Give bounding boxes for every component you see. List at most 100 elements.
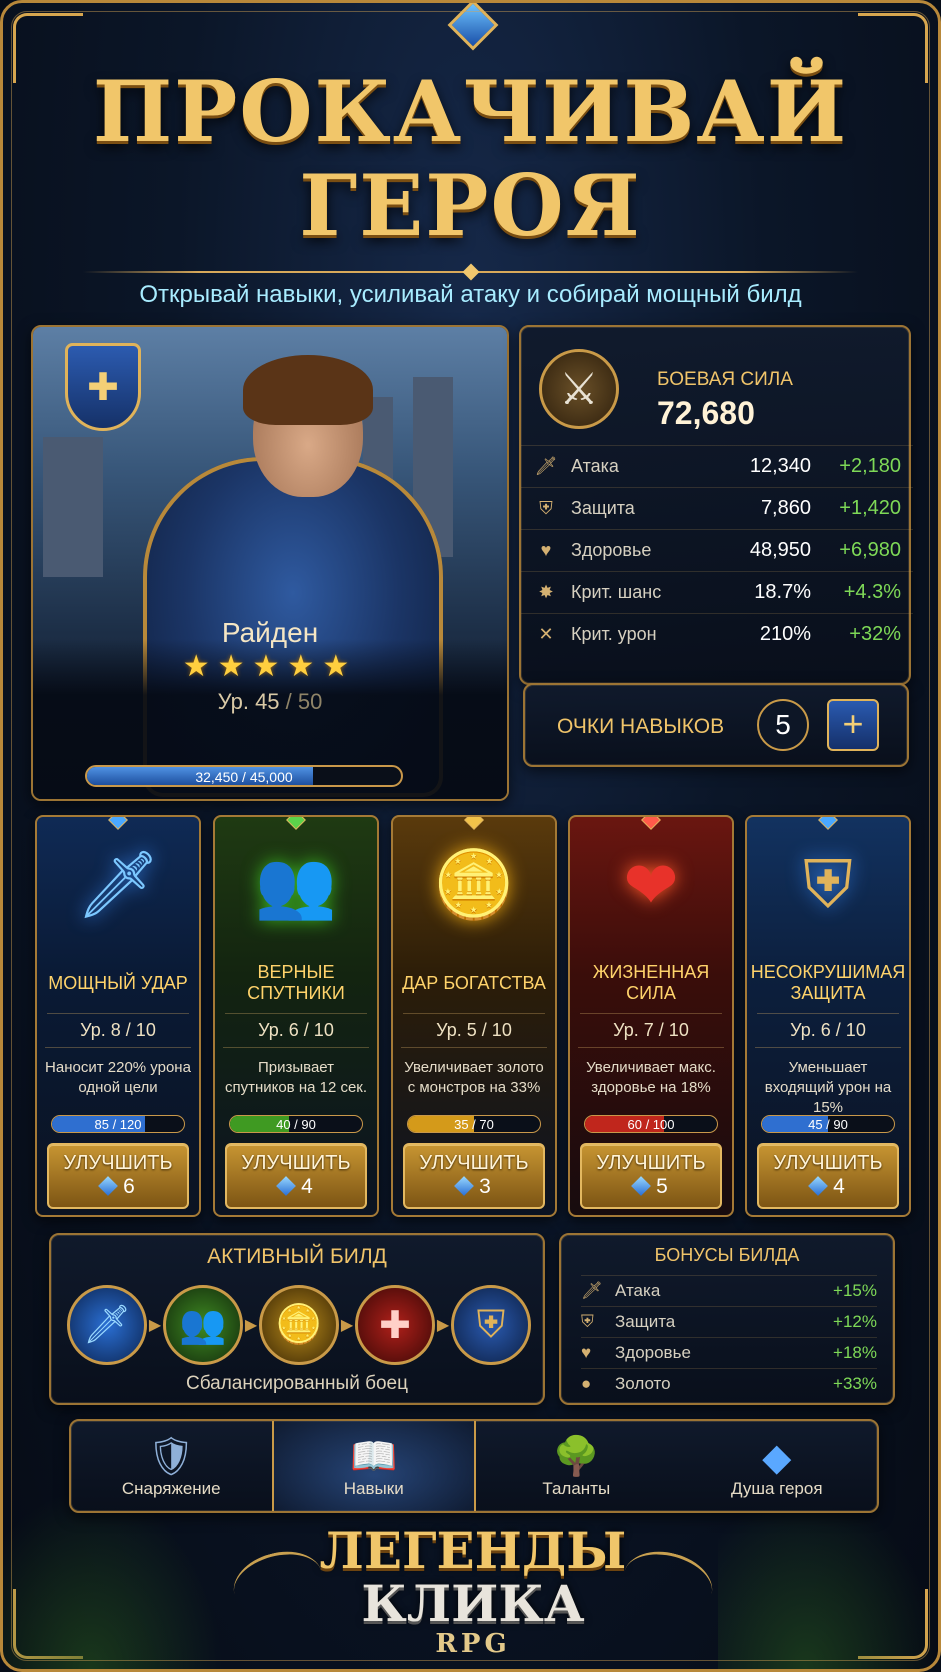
- bonus-value: +33%: [833, 1374, 877, 1393]
- crystal-icon: [276, 1176, 297, 1196]
- gold-coins-icon: 🪙: [432, 847, 516, 921]
- heart-icon: ♥: [540, 540, 552, 560]
- arrow-right-icon: ▶: [244, 1317, 258, 1334]
- stat-bonus: +4.3%: [843, 581, 901, 603]
- upgrade-cost: 4: [759, 1175, 897, 1199]
- skill-progress-text: 45 / 90: [808, 1117, 848, 1132]
- skill-card-power-strike[interactable]: 🗡 МОЩНЫЙ УДАР Ур. 8 / 10 Наносит 220% ур…: [35, 815, 201, 1217]
- skill-name: ЖИЗНЕННАЯ СИЛА: [592, 962, 710, 1003]
- skill-name: ДАР БОГАТСТВА: [402, 972, 546, 993]
- nav-item-skills[interactable]: 📖 Навыки: [271, 1421, 476, 1511]
- upgrade-cost: 5: [582, 1175, 720, 1199]
- bonuses-title: БОНУСЫ БИЛДА: [654, 1245, 800, 1265]
- upgrade-cost: 4: [227, 1175, 365, 1199]
- arrow-right-icon: ▶: [340, 1317, 354, 1334]
- nav-item-hero-soul[interactable]: ◆ Душа героя: [677, 1421, 878, 1511]
- gold-coin-icon: ●: [581, 1374, 592, 1393]
- bonus-row: ♥ Здоровье +18%: [581, 1337, 877, 1368]
- bonus-name: Здоровье: [615, 1343, 691, 1362]
- nav-label: Душа героя: [730, 1479, 823, 1498]
- nav-label: Таланты: [542, 1479, 611, 1498]
- bonus-value: +15%: [833, 1281, 877, 1300]
- shield-icon: ⛨: [803, 846, 853, 921]
- companions-icon[interactable]: 👥: [163, 1285, 243, 1365]
- upgrade-button[interactable]: УЛУЧШИТЬ 4: [225, 1143, 367, 1209]
- skill-name: ВЕРНЫЕ СПУТНИКИ: [247, 962, 345, 1003]
- heart-cross-icon[interactable]: ✚: [355, 1285, 435, 1365]
- glowing-sword-icon: 🗡: [76, 847, 160, 921]
- stat-row-defense: ⛨ Защита 7,860 +1,420: [521, 487, 913, 529]
- upgrade-button[interactable]: УЛУЧШИТЬ 6: [47, 1143, 189, 1209]
- skill-level: Ур. 6 / 10: [757, 1013, 899, 1041]
- skill-level: Ур. 8 / 10: [47, 1013, 189, 1041]
- stat-value: 210%: [759, 623, 811, 645]
- skill-progress-text: 40 / 90: [276, 1117, 316, 1132]
- shield-icon[interactable]: ⛨: [451, 1285, 531, 1365]
- bonus-row: 🗡 Атака +15%: [581, 1275, 877, 1306]
- skill-card-gift-of-wealth[interactable]: 🪙 ДАР БОГАТСТВА Ур. 5 / 10 Увеличивает з…: [391, 815, 557, 1217]
- bonus-value: +12%: [833, 1312, 877, 1331]
- stat-name: Атака: [571, 456, 619, 476]
- sword-icon: 🗡: [534, 456, 558, 476]
- hero-stars: ★★★★★: [182, 650, 358, 683]
- bottom-nav: 🛡 Снаряжение 📖 Навыки 🌳 Таланты ◆ Душа г…: [69, 1419, 879, 1513]
- skill-progress-bar: 35 / 70: [407, 1115, 541, 1133]
- tree-icon: 🌳: [552, 1436, 600, 1478]
- skill-points-value: 5: [757, 699, 809, 751]
- nav-label: Снаряжение: [121, 1479, 221, 1498]
- nav-item-talents[interactable]: 🌳 Таланты: [476, 1421, 677, 1511]
- cost-value: 4: [301, 1175, 313, 1198]
- top-gem-ornament: [447, 3, 499, 51]
- skill-card-unbreakable-defense[interactable]: ⛨ НЕСОКРУШИМАЯ ЗАЩИТА Ур. 6 / 10 Уменьша…: [745, 815, 911, 1217]
- crystal-icon: [808, 1176, 829, 1196]
- cost-value: 4: [833, 1175, 845, 1198]
- stat-name: Здоровье: [571, 540, 652, 560]
- title-divider: [83, 263, 858, 281]
- app-frame: ПРОКАЧИВАЙ ГЕРОЯ Открывай навыки, усилив…: [0, 0, 941, 1672]
- crit-damage-icon: ✕: [538, 624, 554, 644]
- shield-icon: ⛨: [539, 498, 553, 518]
- hero-name: Райден: [221, 617, 319, 648]
- heart-cross-icon: ❤: [623, 847, 679, 922]
- hero-hair: [243, 355, 373, 425]
- bonus-name: Защита: [615, 1312, 676, 1331]
- companions-icon: 👥: [254, 847, 338, 921]
- upgrade-button[interactable]: УЛУЧШИТЬ 4: [757, 1143, 899, 1209]
- nav-label: Навыки: [343, 1479, 404, 1498]
- skill-progress-bar: 45 / 90: [761, 1115, 895, 1133]
- crossed-swords-icon: ⚔: [539, 349, 619, 429]
- bonus-row: ● Золото +33%: [581, 1368, 877, 1399]
- skill-card-companions[interactable]: 👥 ВЕРНЫЕ СПУТНИКИ Ур. 6 / 10 Призывает с…: [213, 815, 379, 1217]
- glowing-sword-icon[interactable]: 🗡: [67, 1285, 147, 1365]
- stat-value: 18.7%: [754, 581, 811, 603]
- hero-level-max: / 50: [279, 689, 323, 714]
- upgrade-cost: 6: [49, 1175, 187, 1199]
- upgrade-label: УЛУЧШИТЬ: [241, 1152, 351, 1174]
- hero-level-current: Ур. 45: [217, 689, 280, 714]
- skill-card-life-force[interactable]: ❤ ЖИЗНЕННАЯ СИЛА Ур. 7 / 10 Увеличивает …: [568, 815, 734, 1217]
- add-skill-points-button[interactable]: +: [827, 699, 879, 751]
- bonus-row: ⛨ Защита +12%: [581, 1306, 877, 1337]
- page-title: ПРОКАЧИВАЙ ГЕРОЯ: [3, 65, 938, 253]
- build-icon-chain: 🗡 ▶ 👥 ▶ 🪙 ▶ ✚ ▶ ⛨: [67, 1285, 531, 1365]
- hero-card[interactable]: ✚ Райден ★★★★★ Ур. 45 / 50 32,450 / 45,0…: [31, 325, 509, 801]
- stats-panel: ⚔ БОЕВАЯ СИЛА 72,680 🗡 Атака 12,340 +2,1…: [519, 325, 913, 685]
- nav-item-equipment[interactable]: 🛡 Снаряжение: [71, 1421, 272, 1511]
- shield-icon: ⛨: [581, 1312, 594, 1331]
- xp-text: 32,450 / 45,000: [195, 769, 293, 785]
- skill-progress-bar: 60 / 100: [584, 1115, 718, 1133]
- upgrade-label: УЛУЧШИТЬ: [596, 1152, 706, 1174]
- crystal-icon: [98, 1176, 119, 1196]
- upgrade-button[interactable]: УЛУЧШИТЬ 5: [580, 1143, 722, 1209]
- skill-name: НЕСОКРУШИМАЯ ЗАЩИТА: [750, 962, 906, 1003]
- gold-coins-icon[interactable]: 🪙: [259, 1285, 339, 1365]
- skill-progress-text: 35 / 70: [454, 1117, 494, 1132]
- build-description: Сбалансированный боец: [185, 1373, 408, 1394]
- stat-bonus: +6,980: [839, 539, 901, 561]
- power-label: БОЕВАЯ СИЛА: [657, 369, 793, 390]
- heart-icon: ♥: [581, 1343, 592, 1362]
- power-value: 72,680: [657, 395, 755, 431]
- title-line-1: ПРОКАЧИВАЙ: [92, 62, 849, 161]
- upgrade-button[interactable]: УЛУЧШИТЬ 3: [403, 1143, 545, 1209]
- build-bonuses-panel: БОНУСЫ БИЛДА 🗡 Атака +15% ⛨ Защита +12% …: [559, 1233, 895, 1405]
